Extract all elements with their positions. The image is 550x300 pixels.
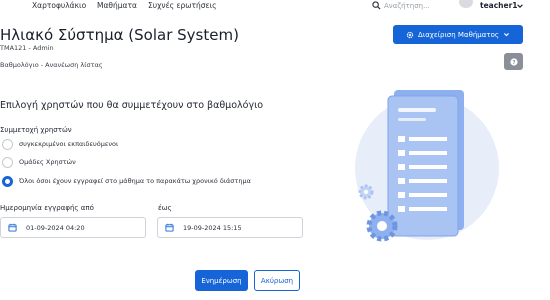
page-title: Ηλιακό Σύστημα (Solar System) <box>0 26 239 44</box>
breadcrumb: Βαθμολόγιο - Ανανέωση λίστας <box>0 61 103 69</box>
calendar-icon <box>165 223 174 232</box>
option-specific-trainees[interactable]: συγκεκριμένοι εκπαιδευόμενοι <box>2 138 118 150</box>
nav-item-portfolio[interactable]: Χαρτοφυλάκιο <box>32 0 86 12</box>
option-label: Ομάδες Χρηστών <box>19 158 76 166</box>
option-enrolled-in-period[interactable]: Όλοι όσοι έχουν εγγραφεί στο μάθημα το π… <box>2 175 251 187</box>
date-to-input[interactable] <box>183 223 283 232</box>
course-management-button[interactable]: Διαχείριση Μαθήματος <box>393 25 523 44</box>
option-label: Όλοι όσοι έχουν εγγραφεί στο μάθημα το π… <box>19 177 251 185</box>
course-management-label: Διαχείριση Μαθήματος <box>418 30 499 39</box>
date-to-field[interactable] <box>157 217 303 238</box>
update-button[interactable]: Ενημέρωση <box>195 270 248 291</box>
participation-label: Συμμετοχή χρηστών <box>0 126 72 134</box>
course-code: TMA121 - Admin <box>0 44 54 52</box>
date-from-input[interactable] <box>26 223 126 232</box>
radio-button[interactable] <box>2 138 13 150</box>
top-navigation: Χαρτοφυλάκιο Μαθήματα Συχνές ερωτήσεις t… <box>0 0 550 14</box>
avatar[interactable] <box>459 0 473 8</box>
gear-icon <box>406 31 414 38</box>
svg-text:?: ? <box>512 59 515 65</box>
date-to-label: έως <box>158 204 172 212</box>
chevron-down-icon[interactable] <box>516 2 524 10</box>
date-from-label: Ημερομηνία εγγραφής από <box>0 204 94 212</box>
cancel-button[interactable]: Ακύρωση <box>254 270 300 291</box>
option-user-groups[interactable]: Ομάδες Χρηστών <box>2 156 76 168</box>
radio-button[interactable] <box>2 156 13 168</box>
date-from-field[interactable] <box>0 217 146 238</box>
search-icon[interactable] <box>372 1 381 10</box>
option-label: συγκεκριμένοι εκπαιδευόμενοι <box>19 140 119 148</box>
search-input[interactable] <box>384 0 446 12</box>
gear-icon <box>366 210 398 242</box>
user-menu-name[interactable]: teacher1 <box>480 0 518 12</box>
calendar-icon <box>8 223 17 232</box>
gear-icon <box>358 184 374 200</box>
help-button[interactable]: ? <box>504 53 523 70</box>
radio-button-selected[interactable] <box>2 175 13 187</box>
chevron-down-icon <box>503 33 509 37</box>
nav-item-faq[interactable]: Συχνές ερωτήσεις <box>148 0 217 12</box>
help-icon: ? <box>509 57 518 65</box>
section-title: Επιλογή χρηστών που θα συμμετέχουν στο β… <box>0 100 264 111</box>
nav-item-courses[interactable]: Μαθήματα <box>97 0 137 12</box>
document-illustration <box>355 90 499 242</box>
